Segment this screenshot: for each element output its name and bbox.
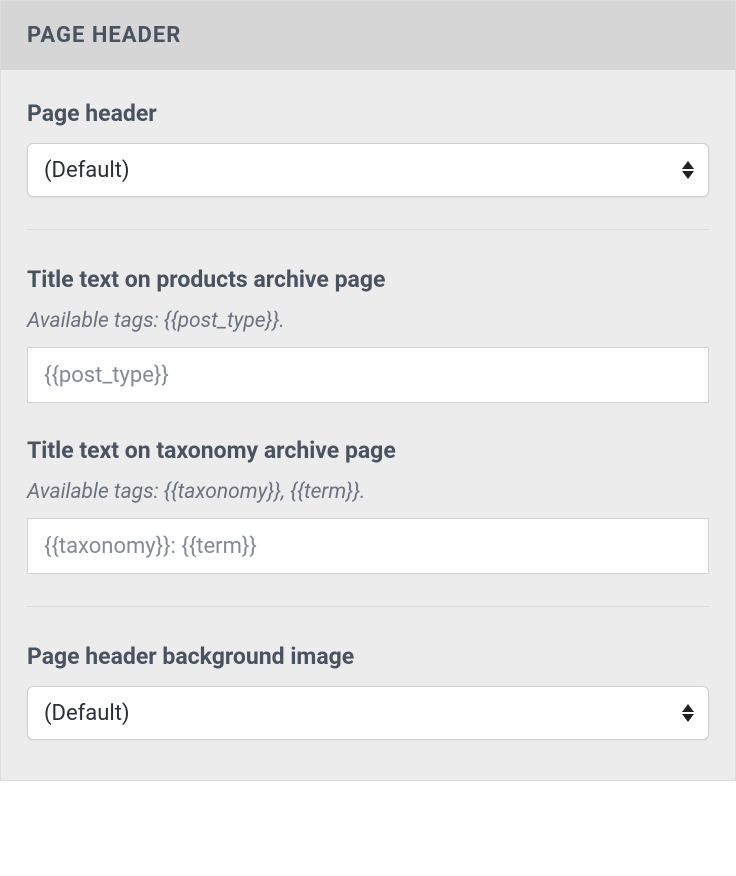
select-page-header[interactable]: (Default) [27, 143, 709, 197]
chevron-updown-icon [682, 161, 694, 179]
chevron-updown-icon [682, 704, 694, 722]
divider [27, 606, 709, 607]
divider [27, 229, 709, 230]
hint-title-taxonomy: Available tags: {{taxonomy}}, {{term}}. [27, 480, 709, 504]
input-title-taxonomy[interactable] [27, 518, 709, 574]
label-title-taxonomy: Title text on taxonomy archive page [27, 437, 709, 464]
field-bg-image: Page header background image (Default) [27, 643, 709, 740]
select-bg-image[interactable]: (Default) [27, 686, 709, 740]
panel-title: PAGE HEADER [1, 1, 735, 70]
label-page-header: Page header [27, 100, 709, 127]
select-value: (Default) [44, 701, 130, 726]
field-page-header: Page header (Default) [27, 100, 709, 197]
select-value: (Default) [44, 158, 130, 183]
panel-body: Page header (Default) Title text on prod… [1, 70, 735, 780]
field-title-taxonomy: Title text on taxonomy archive page Avai… [27, 437, 709, 574]
label-bg-image: Page header background image [27, 643, 709, 670]
settings-panel: PAGE HEADER Page header (Default) Title … [0, 0, 736, 781]
hint-title-products: Available tags: {{post_type}}. [27, 309, 709, 333]
field-title-products: Title text on products archive page Avai… [27, 266, 709, 403]
input-title-products[interactable] [27, 347, 709, 403]
label-title-products: Title text on products archive page [27, 266, 709, 293]
